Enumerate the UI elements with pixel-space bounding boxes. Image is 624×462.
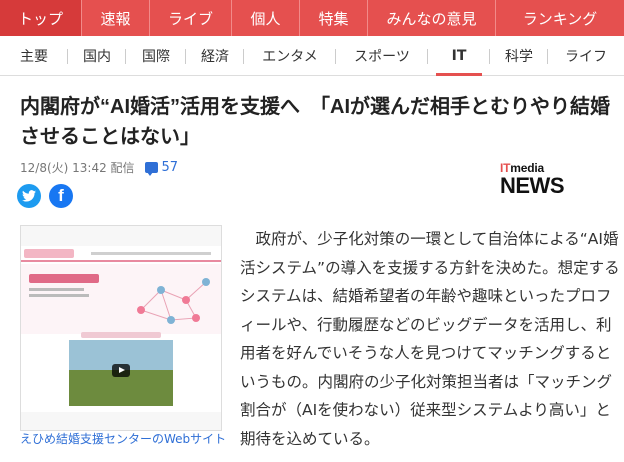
top-nav-item-opinions[interactable]: みんなの意見 (368, 0, 496, 36)
category-nav: 主要 国内 国際 経済 エンタメ スポーツ IT 科学 ライフ (0, 36, 624, 76)
share-buttons: f (17, 184, 73, 208)
category-label: 国際 (142, 48, 170, 65)
top-nav-item-breaking[interactable]: 速報 (82, 0, 150, 36)
category-entertainment[interactable]: エンタメ (244, 36, 336, 76)
play-icon (112, 364, 130, 377)
category-label: 国内 (83, 48, 111, 65)
image-caption-link[interactable]: えひめ結婚支援センターのWebサイト (20, 432, 230, 447)
category-economy[interactable]: 経済 (186, 36, 244, 76)
comments-link[interactable]: 57 (144, 160, 179, 176)
category-label: 経済 (201, 48, 229, 65)
category-science[interactable]: 科学 (490, 36, 548, 76)
network-illustration (137, 278, 210, 324)
category-life[interactable]: ライフ (548, 36, 624, 76)
top-nav-item-ranking[interactable]: ランキング (496, 0, 624, 36)
twitter-icon (22, 190, 36, 202)
comment-count: 57 (161, 160, 179, 175)
category-label: 主要 (20, 48, 48, 65)
article-image[interactable] (20, 225, 222, 431)
category-it[interactable]: IT (428, 36, 490, 76)
category-sports[interactable]: スポーツ (336, 36, 428, 76)
category-label: 科学 (505, 48, 533, 65)
category-label: エンタメ (262, 48, 318, 65)
twitter-share-button[interactable] (17, 184, 41, 208)
category-label: スポーツ (354, 48, 410, 65)
article-body: 政府が、少子化対策の一環として自治体による“AI婚活システム”の導入を支援する方… (240, 230, 620, 448)
logo-news: NEWS (500, 173, 565, 198)
publish-date: 12/8(火) 13:42 配信 (20, 161, 135, 175)
facebook-share-button[interactable]: f (49, 184, 73, 208)
website-screenshot (21, 246, 221, 412)
facebook-icon: f (58, 186, 64, 205)
article-title: 内閣府が“AI婚活”活用を支援へ 「AIが選んだ相手とむりやり結婚させることはな… (20, 96, 610, 148)
category-international[interactable]: 国際 (126, 36, 186, 76)
category-label: IT (451, 47, 467, 64)
article-meta: 12/8(火) 13:42 配信 57 (20, 159, 178, 176)
top-nav-item-personal[interactable]: 個人 (232, 0, 300, 36)
video-thumbnail[interactable] (69, 340, 173, 406)
top-nav-item-features[interactable]: 特集 (300, 0, 368, 36)
article: 内閣府が“AI婚活”活用を支援へ 「AIが選んだ相手とむりやり結婚させることはな… (0, 80, 624, 462)
comment-icon (144, 162, 158, 176)
category-domestic[interactable]: 国内 (68, 36, 126, 76)
category-main[interactable]: 主要 (0, 36, 68, 76)
top-nav-item-live[interactable]: ライブ (150, 0, 232, 36)
top-nav-item-top[interactable]: トップ (0, 0, 82, 36)
source-logo: ITmedia NEWS (500, 161, 570, 203)
category-label: ライフ (565, 48, 607, 65)
top-nav: トップ 速報 ライブ 個人 特集 みんなの意見 ランキング (0, 0, 624, 36)
